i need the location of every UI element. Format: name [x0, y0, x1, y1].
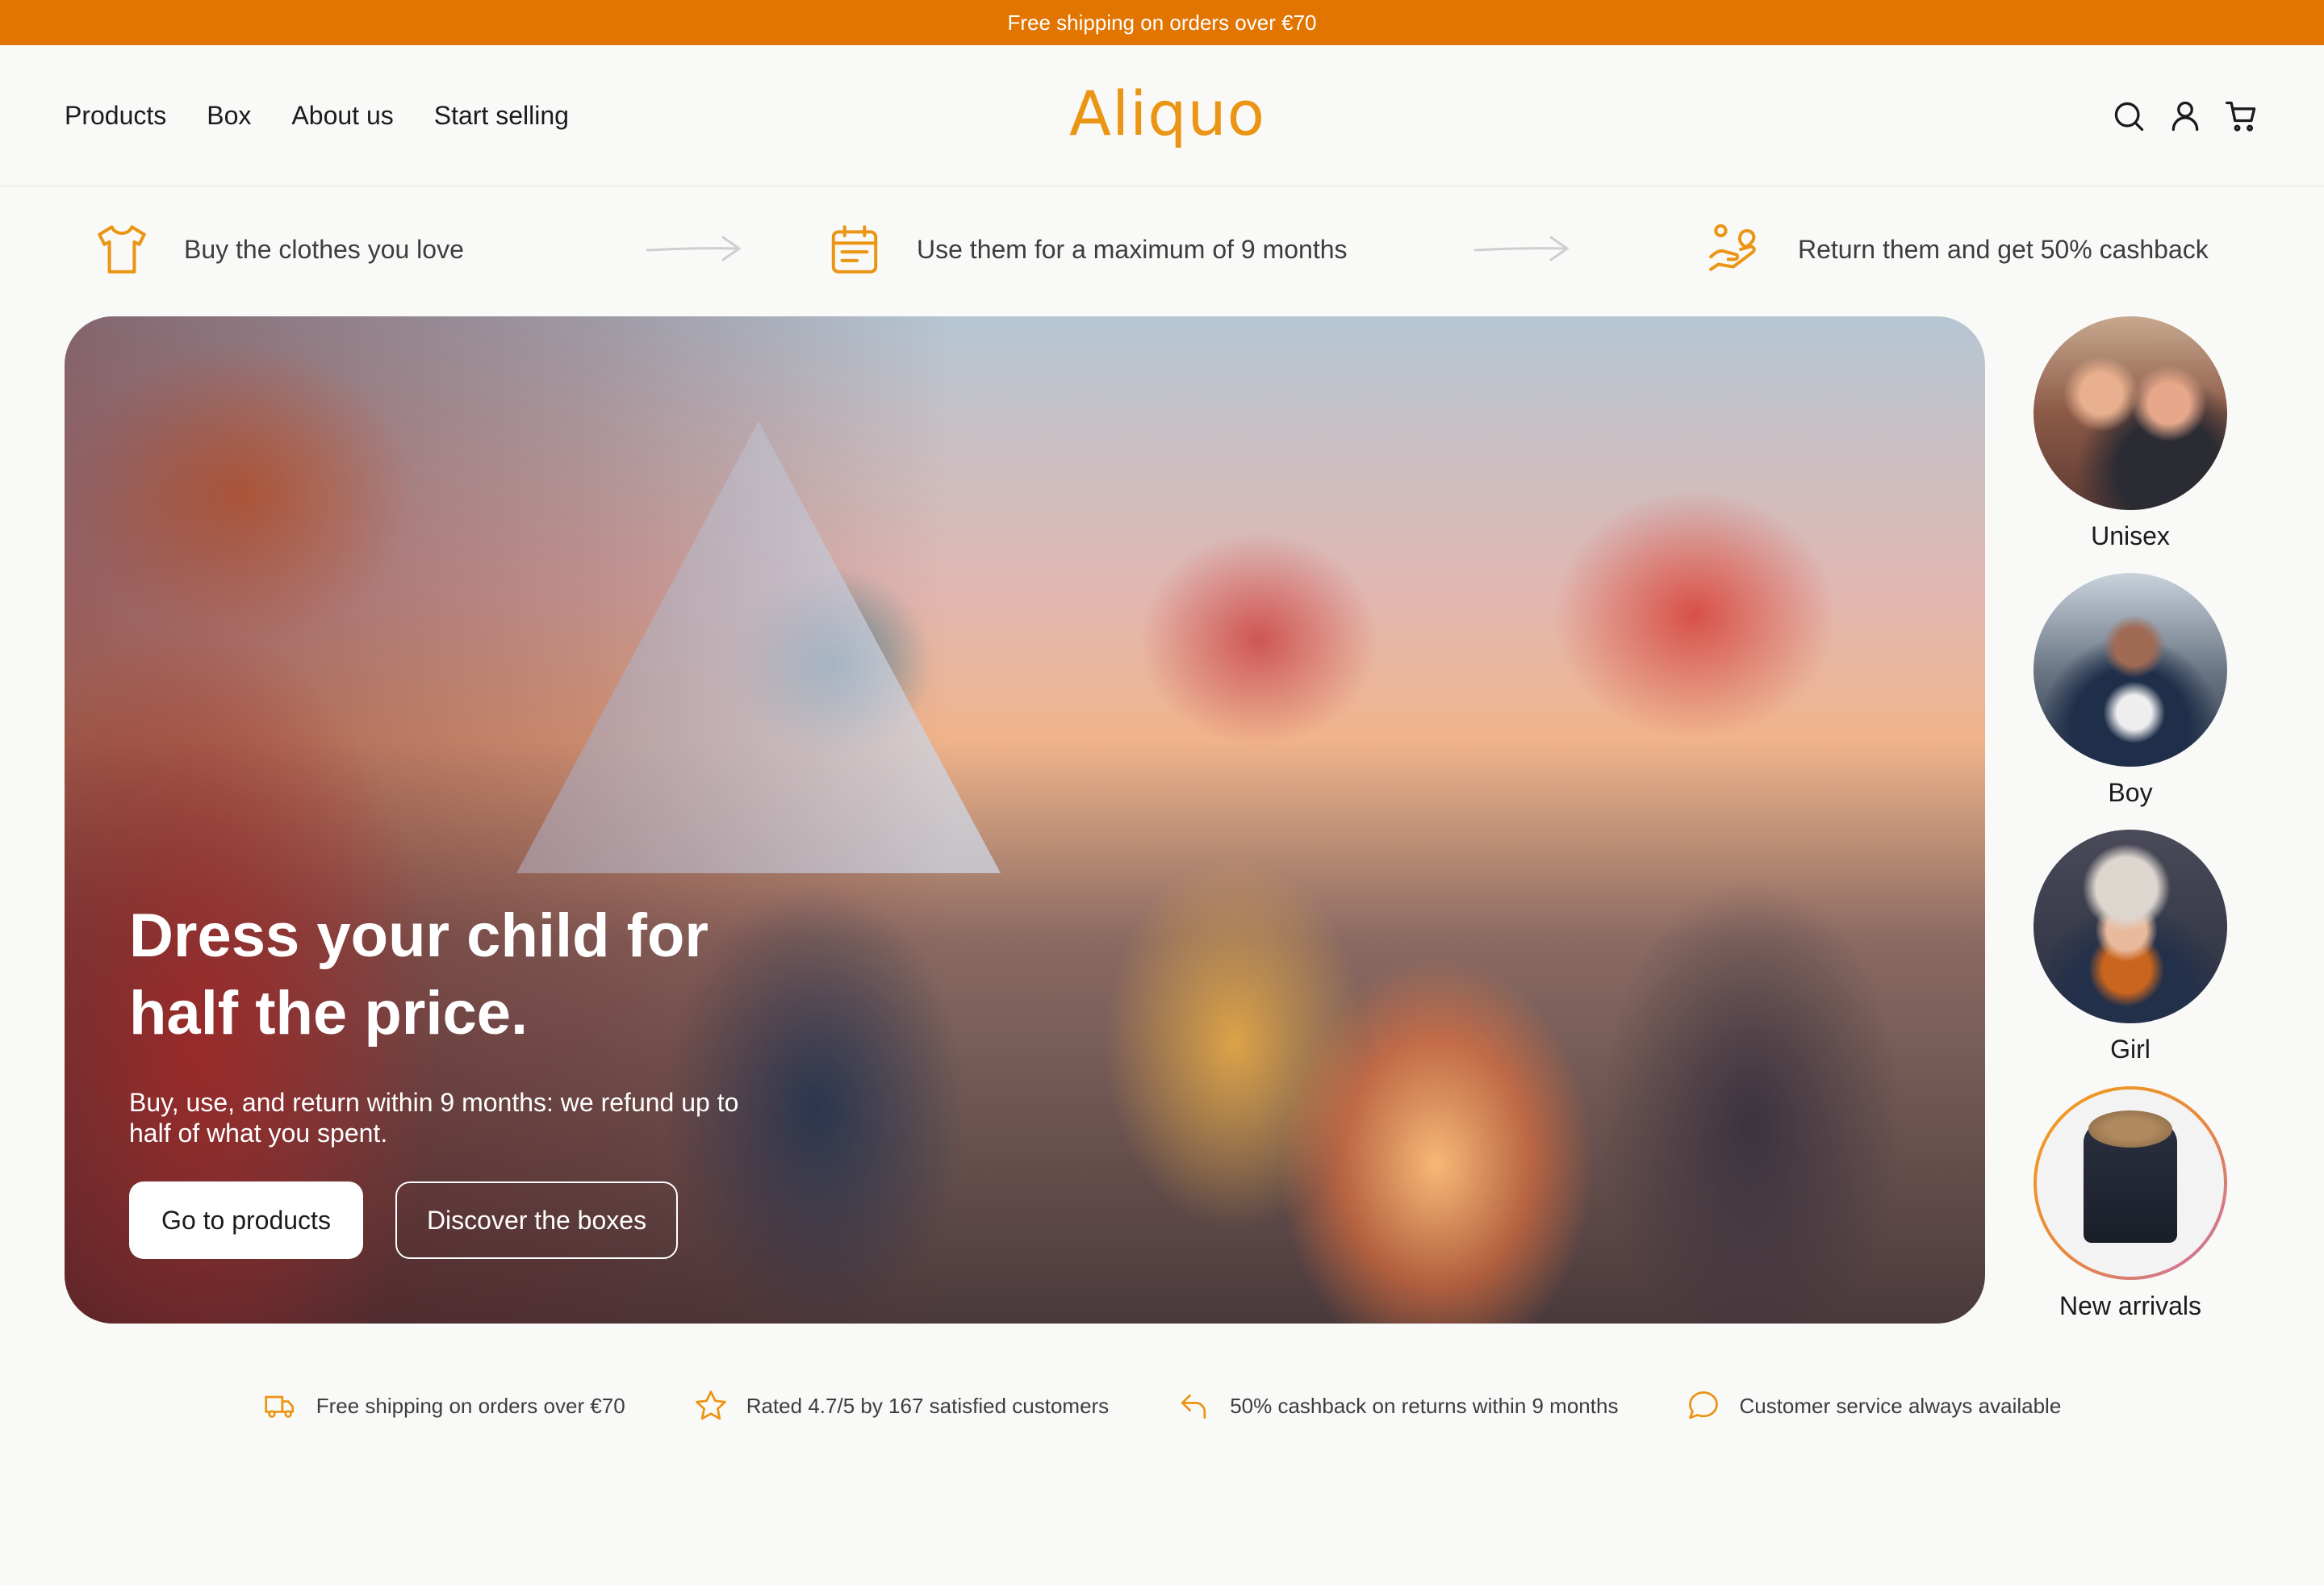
- header-actions: [2111, 45, 2259, 186]
- category-new-arrivals[interactable]: New arrivals: [2032, 1086, 2229, 1321]
- nav-products[interactable]: Products: [65, 101, 166, 131]
- search-icon[interactable]: [2111, 98, 2146, 134]
- arrow-right-icon: [1473, 236, 1570, 261]
- brand-logo[interactable]: Aliquo: [1069, 77, 1264, 149]
- trust-text: Customer service always available: [1739, 1393, 2062, 1418]
- trust-cashback: 50% cashback on returns within 9 months: [1177, 1388, 1618, 1424]
- cart-icon[interactable]: [2224, 98, 2259, 134]
- step-text: Buy the clothes you love: [184, 234, 464, 264]
- category-girl[interactable]: Girl: [2032, 830, 2229, 1064]
- trust-support: Customer service always available: [1686, 1388, 2061, 1424]
- hero-subtitle: Buy, use, and return within 9 months: we…: [129, 1088, 739, 1148]
- hero-banner: Dress your child for half the price. Buy…: [65, 316, 1985, 1324]
- chat-bubble-icon: [1689, 1391, 1719, 1420]
- step-buy: Buy the clothes you love: [92, 220, 464, 279]
- category-label[interactable]: Unisex: [2032, 521, 2229, 551]
- trust-rating: Rated 4.7/5 by 167 satisfied customers: [693, 1388, 1109, 1424]
- category-label[interactable]: New arrivals: [2032, 1291, 2229, 1321]
- hero-overlay: [65, 316, 952, 1324]
- step-text: Return them and get 50% cashback: [1798, 234, 2209, 264]
- hero-title: Dress your child for half the price.: [129, 901, 708, 1048]
- cashback-hand-icon: [1709, 224, 1756, 271]
- truck-icon: [264, 1395, 294, 1418]
- tshirt-icon: [98, 225, 146, 274]
- category-image[interactable]: [2034, 316, 2227, 510]
- trust-text: Free shipping on orders over €70: [316, 1393, 625, 1418]
- category-image[interactable]: [2037, 1089, 2224, 1277]
- category-image-ring[interactable]: [2034, 1086, 2227, 1280]
- user-icon[interactable]: [2167, 98, 2203, 134]
- category-image[interactable]: [2034, 830, 2227, 1023]
- trust-text: 50% cashback on returns within 9 months: [1230, 1393, 1619, 1418]
- arrow-right-icon: [646, 236, 742, 261]
- how-it-works-steps: Buy the clothes you love Use them for a …: [0, 187, 2324, 316]
- star-icon: [695, 1391, 726, 1420]
- nav-about-us[interactable]: About us: [291, 101, 393, 131]
- return-arrow-icon: [1181, 1394, 1206, 1420]
- trust-shipping: Free shipping on orders over €70: [263, 1388, 625, 1424]
- main-nav: Products Box About us Start selling: [65, 45, 569, 186]
- category-label[interactable]: Boy: [2032, 778, 2229, 808]
- calendar-icon: [831, 225, 878, 274]
- category-unisex[interactable]: Unisex: [2032, 316, 2229, 551]
- trust-text: Rated 4.7/5 by 167 satisfied customers: [746, 1393, 1110, 1418]
- go-to-products-button[interactable]: Go to products: [129, 1181, 363, 1259]
- step-text: Use them for a maximum of 9 months: [917, 234, 1348, 264]
- step-use: Use them for a maximum of 9 months: [825, 220, 1348, 279]
- category-label[interactable]: Girl: [2032, 1035, 2229, 1064]
- discover-boxes-button[interactable]: Discover the boxes: [395, 1181, 678, 1259]
- category-image[interactable]: [2034, 573, 2227, 767]
- nav-start-selling[interactable]: Start selling: [434, 101, 569, 131]
- trust-bar: Free shipping on orders over €70 Rated 4…: [0, 1372, 2324, 1440]
- step-return: Return them and get 50% cashback: [1706, 220, 2209, 279]
- announcement-text: Free shipping on orders over €70: [1007, 10, 1317, 35]
- category-boy[interactable]: Boy: [2032, 573, 2229, 808]
- announcement-bar: Free shipping on orders over €70: [0, 0, 2324, 45]
- jacket-fur-hood: [2088, 1110, 2172, 1148]
- nav-box[interactable]: Box: [207, 101, 251, 131]
- site-header: Products Box About us Start selling Aliq…: [0, 45, 2324, 186]
